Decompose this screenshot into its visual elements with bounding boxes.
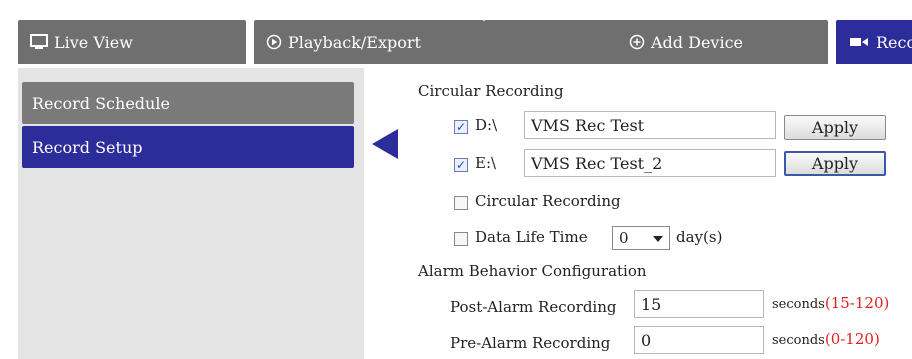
play-circle-icon [266, 34, 282, 50]
camera-icon [850, 36, 870, 48]
sidebar: Record Schedule Record Setup [18, 68, 364, 359]
tab-playback-export[interactable]: Playback/Export [254, 20, 484, 64]
post-alarm-unit-text: seconds [772, 297, 825, 312]
drive-e-checkbox[interactable]: ✓ [454, 158, 468, 172]
tab-playback-label: Playback/Export [288, 32, 421, 52]
drive-d-apply-button[interactable]: Apply [784, 115, 886, 140]
apply-button-label: Apply [811, 154, 859, 173]
circular-recording-heading: Circular Recording [418, 82, 564, 100]
data-life-time-select[interactable]: 0 [612, 226, 670, 250]
tab-add-device-label: Add Device [650, 32, 743, 52]
data-life-time-value: 0 [619, 229, 629, 247]
pre-alarm-unit: seconds(0-120) [772, 330, 880, 348]
drive-d-label: D:\ [475, 116, 498, 134]
drive-e-folder-input[interactable] [524, 149, 776, 177]
top-tab-bar: Live View Playback/Export Add Device Rec… [0, 0, 912, 66]
drive-d-checkbox[interactable]: ✓ [454, 120, 468, 134]
pre-alarm-range: (0-120) [824, 330, 880, 348]
sidebar-item-label: Record Setup [32, 137, 143, 157]
post-alarm-range: (15-120) [824, 294, 890, 312]
active-item-pointer-icon [372, 129, 398, 159]
data-life-time-unit: day(s) [676, 228, 723, 246]
sidebar-item-record-setup[interactable]: Record Setup [22, 126, 354, 168]
drive-d-folder-input[interactable] [524, 111, 776, 139]
drive-e-apply-button[interactable]: Apply [784, 151, 886, 176]
chevron-down-icon [653, 236, 663, 242]
pre-alarm-unit-text: seconds [772, 333, 825, 348]
record-setup-panel: Circular Recording ✓ D:\ Apply ✓ E:\ App… [404, 68, 912, 359]
post-alarm-input[interactable] [634, 290, 764, 318]
monitor-icon [30, 34, 48, 50]
circular-recording-option-label: Circular Recording [475, 192, 621, 210]
drive-e-label: E:\ [475, 154, 497, 172]
tab-live-view-label: Live View [54, 32, 133, 52]
plus-circle-icon [629, 34, 645, 50]
data-life-time-checkbox[interactable] [454, 232, 468, 246]
tab-record[interactable]: Reco [836, 20, 912, 64]
tab-live-view[interactable]: Live View [18, 20, 246, 64]
tab-add-device[interactable]: Add Device [484, 20, 828, 64]
sidebar-item-label: Record Schedule [32, 93, 170, 113]
data-life-time-label: Data Life Time [475, 228, 588, 246]
sidebar-item-record-schedule[interactable]: Record Schedule [22, 82, 354, 124]
pre-alarm-input[interactable] [634, 326, 764, 354]
apply-button-label: Apply [811, 118, 859, 137]
tab-record-label: Reco [876, 32, 912, 52]
pre-alarm-label: Pre-Alarm Recording [450, 334, 611, 352]
alarm-behavior-heading: Alarm Behavior Configuration [418, 262, 647, 280]
circular-recording-checkbox[interactable] [454, 196, 468, 210]
post-alarm-unit: seconds(15-120) [772, 294, 889, 312]
post-alarm-label: Post-Alarm Recording [450, 298, 617, 316]
